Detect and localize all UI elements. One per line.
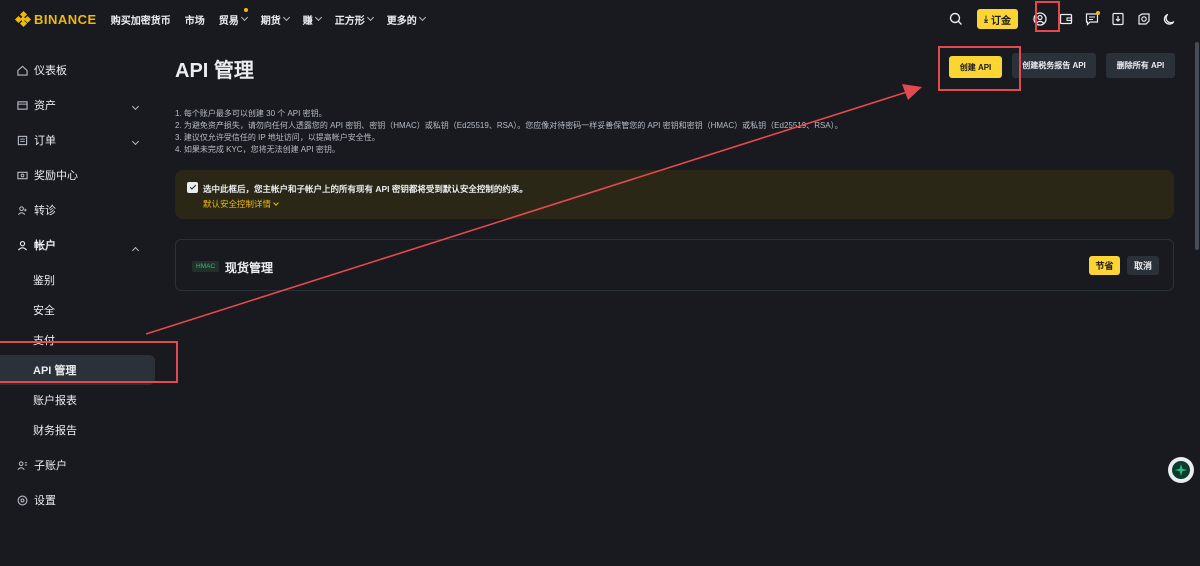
annotation-arrow <box>145 84 922 335</box>
